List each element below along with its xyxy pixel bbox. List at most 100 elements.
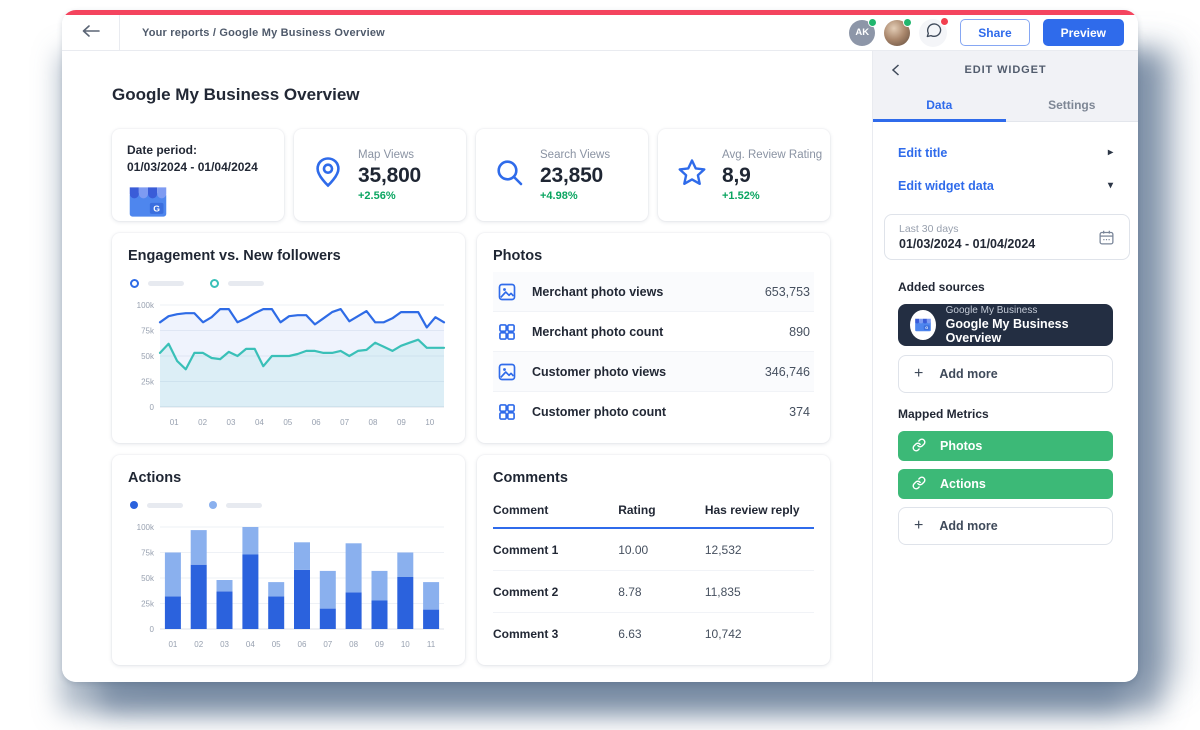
kpi-label: Map Views xyxy=(358,148,415,161)
breadcrumb[interactable]: Your reports / Google My Business Overvi… xyxy=(142,27,385,39)
legend-placeholder xyxy=(228,280,264,286)
map-pin-icon xyxy=(311,155,345,196)
panel-title: EDIT WIDGET xyxy=(964,64,1047,76)
kpi-delta: +2.56% xyxy=(358,189,396,202)
preview-button[interactable]: Preview xyxy=(1042,19,1124,46)
source-name: Google My Business Overview xyxy=(945,317,1069,345)
share-button[interactable]: Share xyxy=(960,19,1030,46)
svg-text:09: 09 xyxy=(397,418,406,427)
svg-text:10: 10 xyxy=(425,418,434,427)
kpi-value: 8,9 xyxy=(722,163,751,187)
photos-widget[interactable]: Photos Merchant photo views 653,753 Merc… xyxy=(477,233,830,443)
app-window: Your reports / Google My Business Overvi… xyxy=(62,10,1138,682)
kpi-value: 23,850 xyxy=(540,163,604,187)
svg-text:04: 04 xyxy=(255,418,264,427)
link-icon xyxy=(912,476,926,493)
cell-has-review-reply: 11,835 xyxy=(704,584,741,599)
svg-text:08: 08 xyxy=(369,418,378,427)
table-row[interactable]: Comment 3 6.63 10,742 xyxy=(493,613,814,654)
svg-text:50k: 50k xyxy=(141,352,155,361)
avg-review-rating-card[interactable]: Avg. Review Rating 8,9 +1.52% xyxy=(658,129,830,221)
edit-title-row[interactable]: Edit title ▸ xyxy=(898,136,1113,169)
cell-comment: Comment 1 xyxy=(493,542,559,557)
back-button[interactable] xyxy=(62,15,120,50)
cell-comment: Comment 3 xyxy=(493,626,559,641)
search-views-card[interactable]: Search Views 23,850 +4.98% xyxy=(476,129,648,221)
comments-widget[interactable]: Comments Comment Rating Has review reply… xyxy=(477,455,830,665)
svg-text:25k: 25k xyxy=(141,377,155,386)
list-item[interactable]: Merchant photo count 890 xyxy=(493,312,814,352)
tab-settings[interactable]: Settings xyxy=(1006,89,1139,121)
table-row[interactable]: Comment 1 10.00 12,532 xyxy=(493,529,814,571)
edit-widget-data-row[interactable]: Edit widget data ▾ xyxy=(898,169,1113,202)
svg-text:G: G xyxy=(925,326,928,330)
list-item[interactable]: Customer photo views 346,746 xyxy=(493,352,814,392)
cell-comment: Comment 2 xyxy=(493,584,559,599)
top-bar: Your reports / Google My Business Overvi… xyxy=(62,15,1138,51)
added-sources-label: Added sources xyxy=(898,280,985,294)
edit-title-label: Edit title xyxy=(898,145,948,160)
svg-text:0: 0 xyxy=(150,625,155,634)
topbar-actions: AK Share Preview xyxy=(849,16,1124,47)
metric-label: Merchant photo views xyxy=(532,284,664,299)
svg-text:06: 06 xyxy=(298,640,307,649)
widget-title: Engagement vs. New followers xyxy=(128,248,341,264)
actions-widget[interactable]: Actions 0 25k 50k 75k 100k 01 02 03 04 05 06 07 08 09… xyxy=(112,455,465,665)
chat-button[interactable] xyxy=(919,16,950,47)
add-source-button[interactable]: + Add more xyxy=(898,355,1113,393)
date-preset-label: Last 30 days xyxy=(899,223,959,235)
cell-has-review-reply: 12,532 xyxy=(704,542,742,557)
actions-chart: 0 25k 50k 75k 100k 01 02 03 04 05 06 07 08 09 10 11 xyxy=(128,519,449,660)
svg-text:06: 06 xyxy=(312,418,321,427)
widget-title: Actions xyxy=(128,470,182,486)
cell-has-review-reply: 10,742 xyxy=(704,626,742,641)
legend-placeholder xyxy=(148,280,184,286)
svg-text:11: 11 xyxy=(427,640,436,649)
engagement-widget[interactable]: Engagement vs. New followers 0 25k 50k 75k 1… xyxy=(112,233,465,443)
page-title: Google My Business Overview xyxy=(112,85,360,104)
svg-text:05: 05 xyxy=(283,418,292,427)
svg-text:100k: 100k xyxy=(137,523,155,532)
svg-text:07: 07 xyxy=(340,418,349,427)
list-item[interactable]: Customer photo count 374 xyxy=(493,392,814,432)
google-my-business-icon: G xyxy=(910,310,936,340)
mapped-metric-photos[interactable]: Photos xyxy=(898,431,1113,461)
map-views-card[interactable]: Map Views 35,800 +2.56% xyxy=(294,129,466,221)
tab-data[interactable]: Data xyxy=(873,89,1006,122)
series-marker xyxy=(130,278,139,288)
legend-placeholder xyxy=(226,502,262,508)
svg-text:07: 07 xyxy=(323,640,332,649)
date-range-picker[interactable]: Last 30 days 01/03/2024 - 01/04/2024 xyxy=(884,214,1130,260)
mapped-metric-actions[interactable]: Actions xyxy=(898,469,1113,499)
chart-legend xyxy=(130,277,449,289)
add-metric-button[interactable]: + Add more xyxy=(898,507,1113,545)
metric-label: Customer photo views xyxy=(532,364,667,379)
chevron-right-icon: ▸ xyxy=(1107,147,1113,158)
kpi-label: Avg. Review Rating xyxy=(722,148,823,161)
source-card[interactable]: G Google My Business Google My Business … xyxy=(898,304,1113,346)
table-header: Comment Rating Has review reply xyxy=(493,494,814,529)
widget-title: Photos xyxy=(493,248,543,264)
report-canvas: Google My Business Overview Date period:… xyxy=(62,51,872,682)
svg-text:05: 05 xyxy=(272,640,281,649)
image-icon xyxy=(497,282,517,302)
panel-back-button[interactable] xyxy=(891,51,900,89)
search-icon xyxy=(493,156,527,195)
image-icon xyxy=(497,362,517,382)
comments-table: Comment Rating Has review reply Comment … xyxy=(493,494,814,654)
metric-value: 346,746 xyxy=(764,364,810,379)
series-marker xyxy=(210,278,219,288)
kpi-value: 35,800 xyxy=(358,163,422,187)
svg-text:03: 03 xyxy=(220,640,229,649)
user-avatar-photo[interactable] xyxy=(884,17,913,46)
svg-text:75k: 75k xyxy=(141,326,155,335)
cell-rating: 8.78 xyxy=(618,584,642,599)
date-period-value: 01/03/2024 - 01/04/2024 xyxy=(127,160,258,175)
chart-legend xyxy=(130,499,449,511)
edit-widget-data-label: Edit widget data xyxy=(898,178,994,193)
svg-text:03: 03 xyxy=(227,418,236,427)
user-avatar-initials[interactable]: AK xyxy=(849,17,878,46)
date-period-card[interactable]: Date period: 01/03/2024 - 01/04/2024 G xyxy=(112,129,284,221)
table-row[interactable]: Comment 2 8.78 11,835 xyxy=(493,571,814,613)
list-item[interactable]: Merchant photo views 653,753 xyxy=(493,272,814,312)
